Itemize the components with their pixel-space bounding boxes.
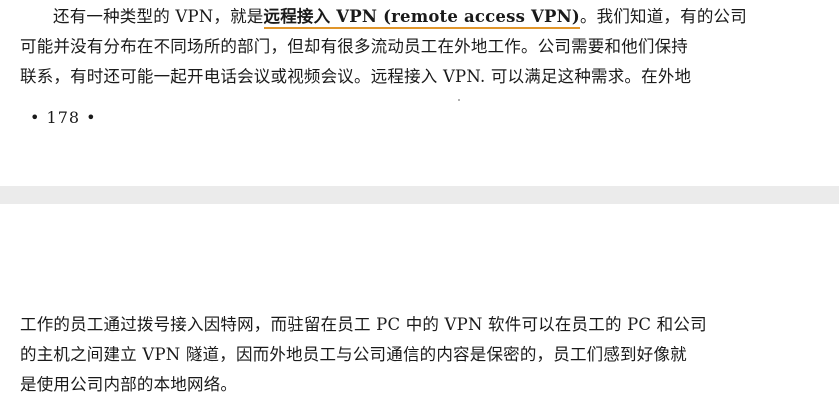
text-line: 是使用公司内部的本地网络。 bbox=[20, 375, 238, 394]
text-line: 联系，有时还可能一起开电话会议或视频会议。远程接入 VPN. 可以满足这种需求。… bbox=[20, 67, 692, 86]
page-number: • 178 • bbox=[30, 108, 97, 127]
page-bottom: 工作的员工通过拨号接入因特网，而驻留在员工 PC 中的 VPN 软件可以在员工的… bbox=[0, 204, 839, 401]
page-separator bbox=[0, 186, 839, 204]
text-after-highlight: 。我们知道，有的公司 bbox=[579, 7, 747, 26]
paragraph-top: 还有一种类型的 VPN，就是远程接入 VPN (remote access VP… bbox=[20, 2, 832, 92]
page-top: 还有一种类型的 VPN，就是远程接入 VPN (remote access VP… bbox=[0, 0, 839, 186]
speck-mark bbox=[458, 99, 460, 101]
text-line: 工作的员工通过拨号接入因特网，而驻留在员工 PC 中的 VPN 软件可以在员工的… bbox=[20, 315, 707, 334]
text-line: 的主机之间建立 VPN 隧道，因而外地员工与公司通信的内容是保密的，员工们感到好… bbox=[20, 345, 687, 364]
text-line: 还有一种类型的 VPN，就是远程接入 VPN (remote access VP… bbox=[20, 2, 832, 32]
paragraph-bottom: 工作的员工通过拨号接入因特网，而驻留在员工 PC 中的 VPN 软件可以在员工的… bbox=[20, 310, 832, 400]
text-line: 可能并没有分布在不同场所的部门，但却有很多流动员工在外地工作。公司需要和他们保持 bbox=[20, 37, 688, 56]
text-before-highlight: 还有一种类型的 VPN，就是 bbox=[53, 7, 264, 26]
highlighted-term[interactable]: 远程接入 VPN (remote access VPN) bbox=[263, 7, 580, 29]
